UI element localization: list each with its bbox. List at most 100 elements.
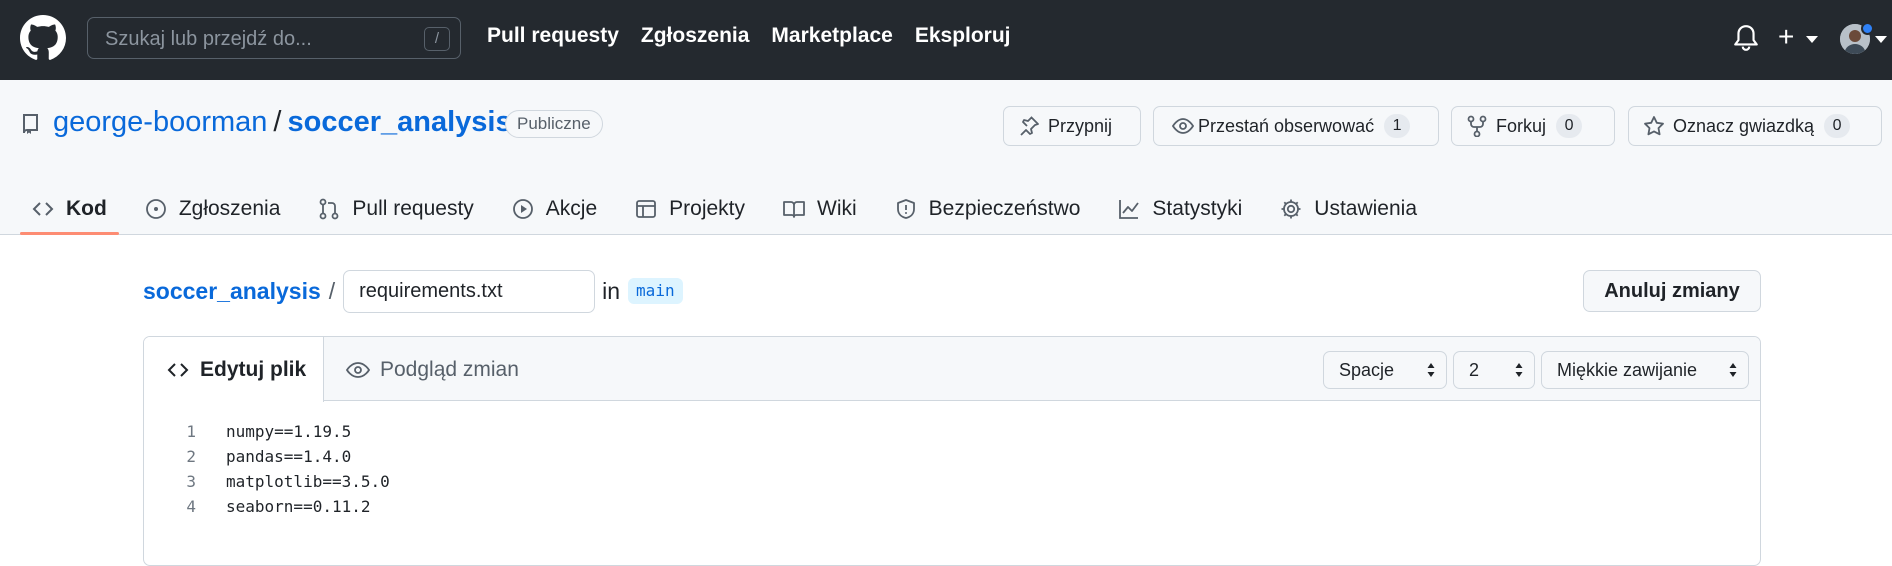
pin-button[interactable]: Przypnij [1003,106,1141,146]
star-icon [1644,116,1664,136]
filename-input[interactable] [343,269,596,313]
tab-projects[interactable]: Projekty [623,184,757,234]
code-line: 3 matplotlib==3.5.0 [144,469,390,494]
pull-request-icon [319,198,339,220]
fork-label: Forkuj [1496,115,1547,136]
line-number: 4 [186,497,196,516]
search-input[interactable]: Szukaj lub przejdź do... / [87,17,461,59]
search-shortcut-key: / [424,27,450,51]
tab-label: Projekty [669,197,746,220]
eye-icon [346,361,370,378]
global-header: Szukaj lub przejdź do... / Pull requesty… [0,0,1892,80]
repo-name-link[interactable]: soccer_analysis [287,106,511,138]
editor-toolbar: Edytuj plik Podgląd zmian Spacje 2 Miękk… [144,337,1760,402]
tab-code[interactable]: Kod [20,184,119,235]
table-icon [636,200,657,218]
line-content: numpy==1.19.5 [226,422,352,441]
graph-icon [1119,200,1140,219]
watch-counter: 1 [1384,114,1411,138]
shield-icon [896,199,915,219]
code-icon [167,362,189,377]
code-line: 4 seaborn==0.11.2 [144,494,390,519]
chevron-down-icon[interactable] [1806,36,1818,43]
line-number: 3 [186,472,196,491]
tab-label: Pull requesty [352,197,474,220]
indent-size-value: 2 [1469,360,1480,380]
gear-icon [1281,199,1301,219]
breadcrumb-repo-link[interactable]: soccer_analysis [143,278,321,305]
notification-dot [1861,22,1874,35]
branch-badge: main [628,278,683,304]
nav-issues[interactable]: Zgłoszenia [641,24,750,48]
nav-explore[interactable]: Eksploruj [915,24,1011,48]
star-label: Oznacz gwiazdką [1673,115,1815,136]
repo-tabs: Kod Zgłoszenia Pull requesty Akcje Proje… [20,184,1443,235]
repo-owner-link[interactable]: george-boorman [53,106,267,138]
cancel-changes-button[interactable]: Anuluj zmiany [1583,270,1761,312]
file-editor: Edytuj plik Podgląd zmian Spacje 2 Miękk… [143,336,1761,566]
indent-mode-value: Spacje [1339,360,1395,380]
nav-marketplace[interactable]: Marketplace [771,24,892,48]
indent-mode-select[interactable]: Spacje [1323,351,1447,389]
indent-size-select[interactable]: 2 [1453,351,1535,389]
tab-security[interactable]: Bezpieczeństwo [883,184,1093,234]
tab-pull-requests[interactable]: Pull requesty [306,184,485,234]
issue-icon [145,199,166,219]
tab-label: Bezpieczeństwo [928,197,1081,220]
tab-insights[interactable]: Statystyki [1106,184,1254,234]
edit-breadcrumb: soccer_analysis / in main [143,269,683,313]
code-area[interactable]: 1 numpy==1.19.5 2 pandas==1.4.0 3 matplo… [144,419,390,519]
line-number: 1 [186,422,196,441]
tab-label: Statystyki [1152,197,1243,220]
tab-edit-label: Edytuj plik [200,357,307,381]
github-logo-icon[interactable] [20,15,66,61]
nav-pull-requests[interactable]: Pull requesty [487,24,619,48]
tab-label: Ustawienia [1314,197,1417,220]
select-arrows-icon [1427,363,1435,377]
line-content: seaborn==0.11.2 [226,497,371,516]
global-nav: Pull requesty Zgłoszenia Marketplace Eks… [487,24,1011,48]
repo-header: george-boorman / soccer_analysis Publiczne… [0,80,1892,235]
bell-icon[interactable] [1733,24,1759,52]
tab-edit-file[interactable]: Edytuj plik [144,337,324,402]
code-line: 1 numpy==1.19.5 [144,419,390,444]
star-button[interactable]: Oznacz gwiazdką 0 [1628,106,1882,146]
line-content: matplotlib==3.5.0 [226,472,390,491]
visibility-badge: Publiczne [505,110,603,138]
pin-label: Przypnij [1048,115,1113,136]
eye-icon [1172,118,1194,134]
plus-icon[interactable]: + [1778,22,1794,52]
repo-separator: / [273,106,282,138]
fork-counter: 0 [1556,114,1583,138]
tab-issues[interactable]: Zgłoszenia [133,184,293,234]
book-icon [783,201,805,218]
tab-wiki[interactable]: Wiki [771,184,869,234]
chevron-down-icon[interactable] [1875,36,1887,43]
tab-preview-label: Podgląd zmian [380,357,519,381]
search-placeholder: Szukaj lub przejdź do... [105,28,312,50]
pin-icon [1020,116,1039,136]
star-counter: 0 [1824,114,1851,138]
repo-icon [23,114,38,134]
play-icon [512,199,533,219]
branch-in-label: in [602,277,621,304]
tab-label: Akcje [545,197,598,220]
wrap-mode-select[interactable]: Miękkie zawijanie [1541,351,1749,389]
tab-preview-changes[interactable]: Podgląd zmian [346,337,519,402]
watch-label: Przestań obserwować [1198,115,1375,136]
breadcrumb-separator: / [328,277,336,304]
code-icon [32,202,54,216]
line-content: pandas==1.4.0 [226,447,352,466]
tab-label: Kod [66,197,107,220]
wrap-mode-value: Miękkie zawijanie [1557,360,1698,380]
tab-label: Wiki [817,197,857,220]
line-number: 2 [186,447,196,466]
tab-label: Zgłoszenia [178,197,281,220]
tab-settings[interactable]: Ustawienia [1268,184,1429,234]
fork-button[interactable]: Forkuj 0 [1451,106,1615,146]
watch-button[interactable]: Przestań obserwować 1 [1153,106,1439,146]
select-arrows-icon [1729,363,1737,377]
tab-actions[interactable]: Akcje [500,184,609,234]
fork-icon [1467,115,1487,137]
repo-title: george-boorman / soccer_analysis [53,106,512,139]
